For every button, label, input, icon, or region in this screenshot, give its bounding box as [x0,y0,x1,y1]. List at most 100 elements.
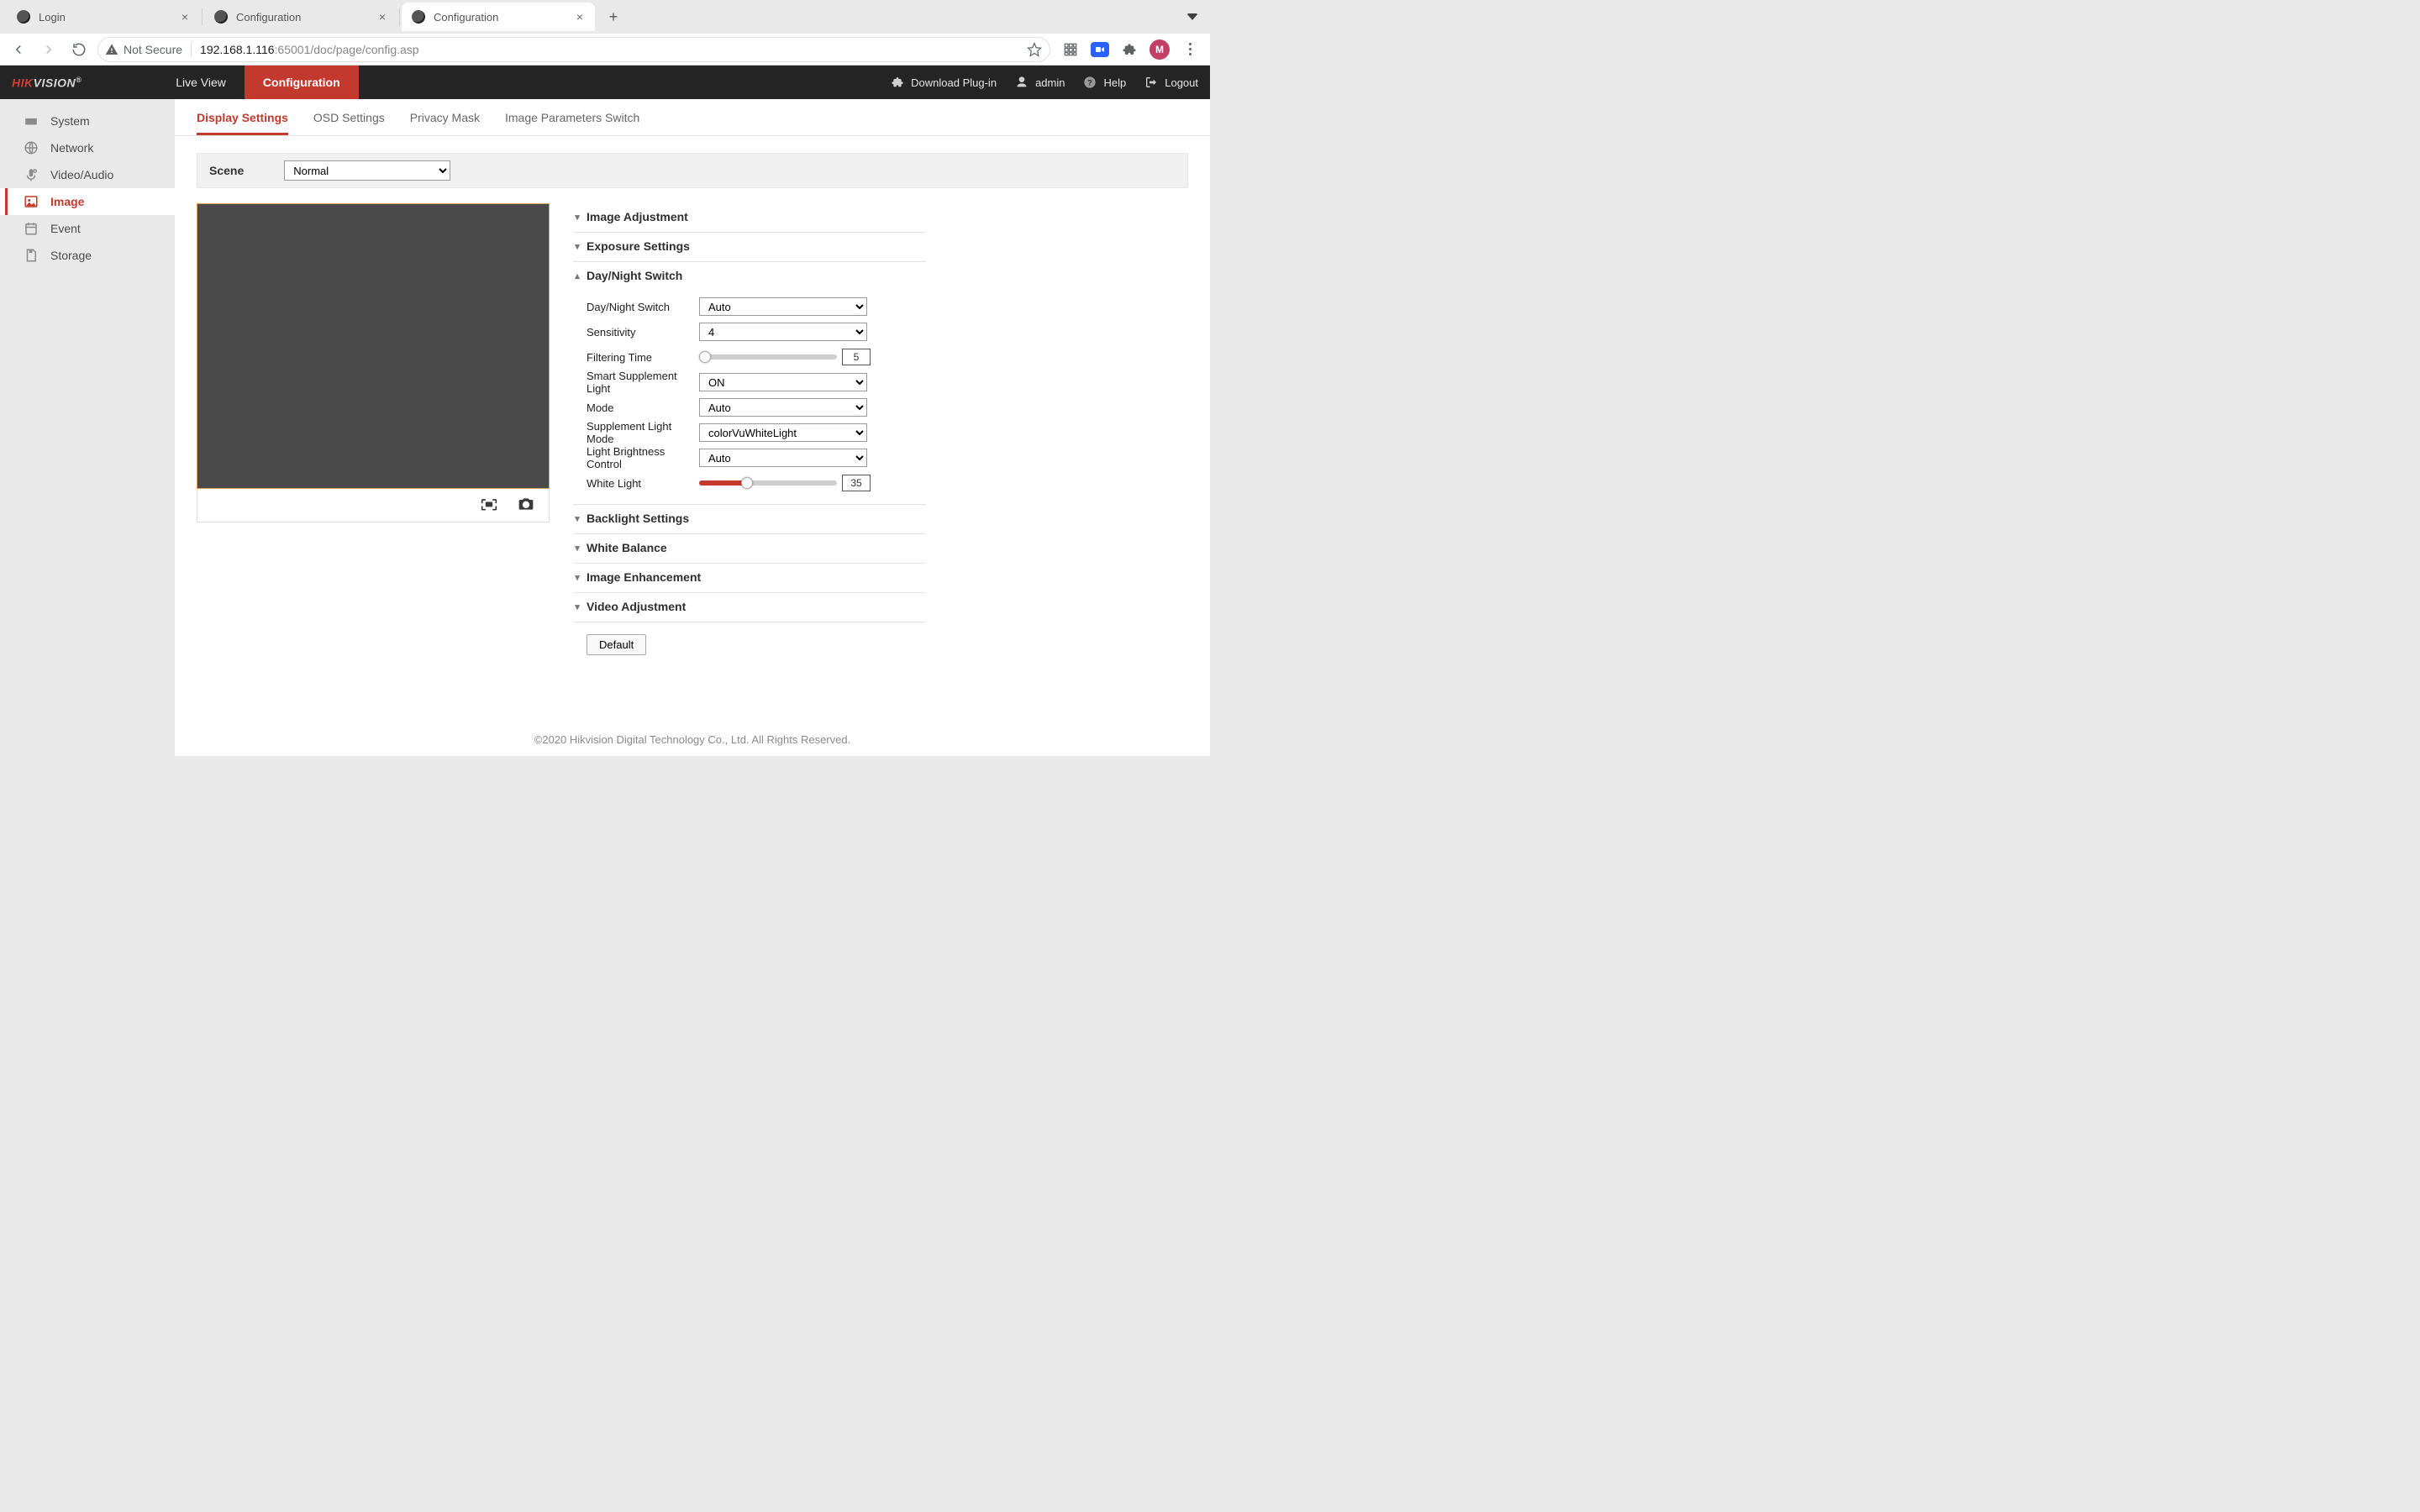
sidebar-item-storage[interactable]: Storage [0,242,175,269]
accordion-video-adjustment[interactable]: ▾Video Adjustment [573,593,926,620]
scene-label: Scene [209,164,244,177]
tab-title: Configuration [236,11,371,24]
footer-copyright: ©2020 Hikvision Digital Technology Co., … [175,733,1210,746]
sidebar-item-system[interactable]: System [0,108,175,134]
chevron-down-icon: ▾ [573,241,581,252]
profile-avatar[interactable]: M [1150,39,1170,60]
filtering-time-slider[interactable] [699,354,837,360]
back-button[interactable] [7,38,30,61]
default-button[interactable]: Default [587,634,646,655]
expand-preview-icon[interactable] [480,496,498,515]
tab-close-button[interactable]: × [376,10,389,24]
app-header: HIKVISION® Live View Configuration Downl… [0,66,1210,99]
browser-chrome: Login × Configuration × Configuration × … [0,0,1210,66]
sidebar-item-label: Image [50,195,84,208]
supplement-light-mode-select[interactable]: colorVuWhiteLight [699,423,867,442]
sidebar-item-label: Storage [50,249,92,262]
subtab-osd-settings[interactable]: OSD Settings [313,111,385,135]
sidebar-item-label: System [50,114,90,128]
chrome-menu-icon[interactable] [1181,41,1198,58]
sensitivity-label: Sensitivity [573,326,699,339]
white-light-slider[interactable] [699,480,837,486]
browser-tab-0[interactable]: Login × [7,3,200,31]
day-night-switch-select[interactable]: Auto [699,297,867,316]
browser-tab-2[interactable]: Configuration × [402,3,595,31]
filtering-time-label: Filtering Time [573,351,699,364]
new-tab-button[interactable]: + [602,5,625,29]
snapshot-camera-icon[interactable] [517,496,535,515]
svg-text:?: ? [1088,78,1093,87]
app-root: HIKVISION® Live View Configuration Downl… [0,66,1210,756]
sidebar-item-video-audio[interactable]: Video/Audio [0,161,175,188]
mode-select[interactable]: Auto [699,398,867,417]
apps-grid-icon[interactable] [1062,41,1079,58]
accordion-image-adjustment[interactable]: ▾Image Adjustment [573,203,926,230]
sidebar-item-label: Event [50,222,81,235]
url-input[interactable]: Not Secure 192.168.1.116:65001/doc/page/… [97,37,1050,62]
reload-button[interactable] [67,38,91,61]
chevron-down-icon: ▾ [573,212,581,223]
chevron-down-icon: ▾ [573,572,581,583]
brand-logo: HIKVISION® [12,76,82,90]
day-night-body: Day/Night Switch Auto Sensitivity 4 Filt… [573,289,926,502]
sub-tabs: Display Settings OSD Settings Privacy Ma… [175,99,1210,136]
zoom-extension-icon[interactable] [1091,42,1109,57]
topnav-live-view[interactable]: Live View [157,66,245,99]
day-night-switch-label: Day/Night Switch [573,301,699,313]
accordion-white-balance[interactable]: ▾White Balance [573,534,926,561]
subtab-image-parameters-switch[interactable]: Image Parameters Switch [505,111,639,135]
accordion-day-night-switch[interactable]: ▴Day/Night Switch [573,262,926,289]
sidebar-item-network[interactable]: Network [0,134,175,161]
current-user[interactable]: admin [1015,76,1065,89]
sidebar: System Network Video/Audio Image Event S… [0,99,175,756]
extensions-puzzle-icon[interactable] [1121,41,1138,58]
content-area: Display Settings OSD Settings Privacy Ma… [175,99,1210,756]
preview-toolbar [197,489,550,522]
main-area: Scene Normal [175,136,1210,655]
scene-select[interactable]: Normal [284,160,450,181]
not-secure-label: Not Secure [124,43,182,56]
tab-title: Configuration [434,11,568,24]
chevron-down-icon: ▾ [573,543,581,554]
tab-close-button[interactable]: × [573,10,587,24]
sidebar-item-event[interactable]: Event [0,215,175,242]
supplement-light-mode-label: Supplement Light Mode [573,420,699,445]
download-plugin-link[interactable]: Download Plug-in [891,76,997,89]
topnav-configuration[interactable]: Configuration [245,66,359,99]
white-light-value[interactable]: 35 [842,475,871,491]
chevron-down-icon: ▾ [573,513,581,524]
accordion-backlight-settings[interactable]: ▾Backlight Settings [573,505,926,532]
accordion-image-enhancement[interactable]: ▾Image Enhancement [573,564,926,591]
smart-supplement-light-label: Smart Supplement Light [573,370,699,395]
sensitivity-select[interactable]: 4 [699,323,867,341]
mode-label: Mode [573,402,699,414]
light-brightness-control-label: Light Brightness Control [573,445,699,470]
white-light-label: White Light [573,477,699,490]
smart-supplement-light-select[interactable]: ON [699,373,867,391]
chevron-up-icon: ▴ [573,270,581,281]
settings-column: ▾Image Adjustment ▾Exposure Settings ▴Da… [573,203,926,655]
camera-favicon-icon [214,10,228,24]
scene-bar: Scene Normal [197,153,1188,188]
subtab-privacy-mask[interactable]: Privacy Mask [410,111,480,135]
forward-button[interactable] [37,38,60,61]
video-preview [197,203,550,489]
logout-link[interactable]: Logout [1144,76,1198,89]
body-split: System Network Video/Audio Image Event S… [0,99,1210,756]
camera-favicon-icon [412,10,425,24]
top-nav: Live View Configuration [157,66,358,99]
help-link[interactable]: ? Help [1083,76,1126,89]
light-brightness-control-select[interactable]: Auto [699,449,867,467]
sidebar-item-label: Network [50,141,93,155]
bookmark-star-icon[interactable] [1026,41,1043,58]
sidebar-item-image[interactable]: Image [0,188,175,215]
browser-tab-1[interactable]: Configuration × [204,3,397,31]
tab-title: Login [39,11,173,24]
chevron-down-icon: ▾ [573,601,581,612]
tab-close-button[interactable]: × [178,10,192,24]
filtering-time-value[interactable]: 5 [842,349,871,365]
accordion-exposure-settings[interactable]: ▾Exposure Settings [573,233,926,260]
subtab-display-settings[interactable]: Display Settings [197,111,288,135]
account-menu-icon[interactable] [1186,9,1202,24]
not-secure-chip[interactable]: Not Secure [105,43,182,56]
